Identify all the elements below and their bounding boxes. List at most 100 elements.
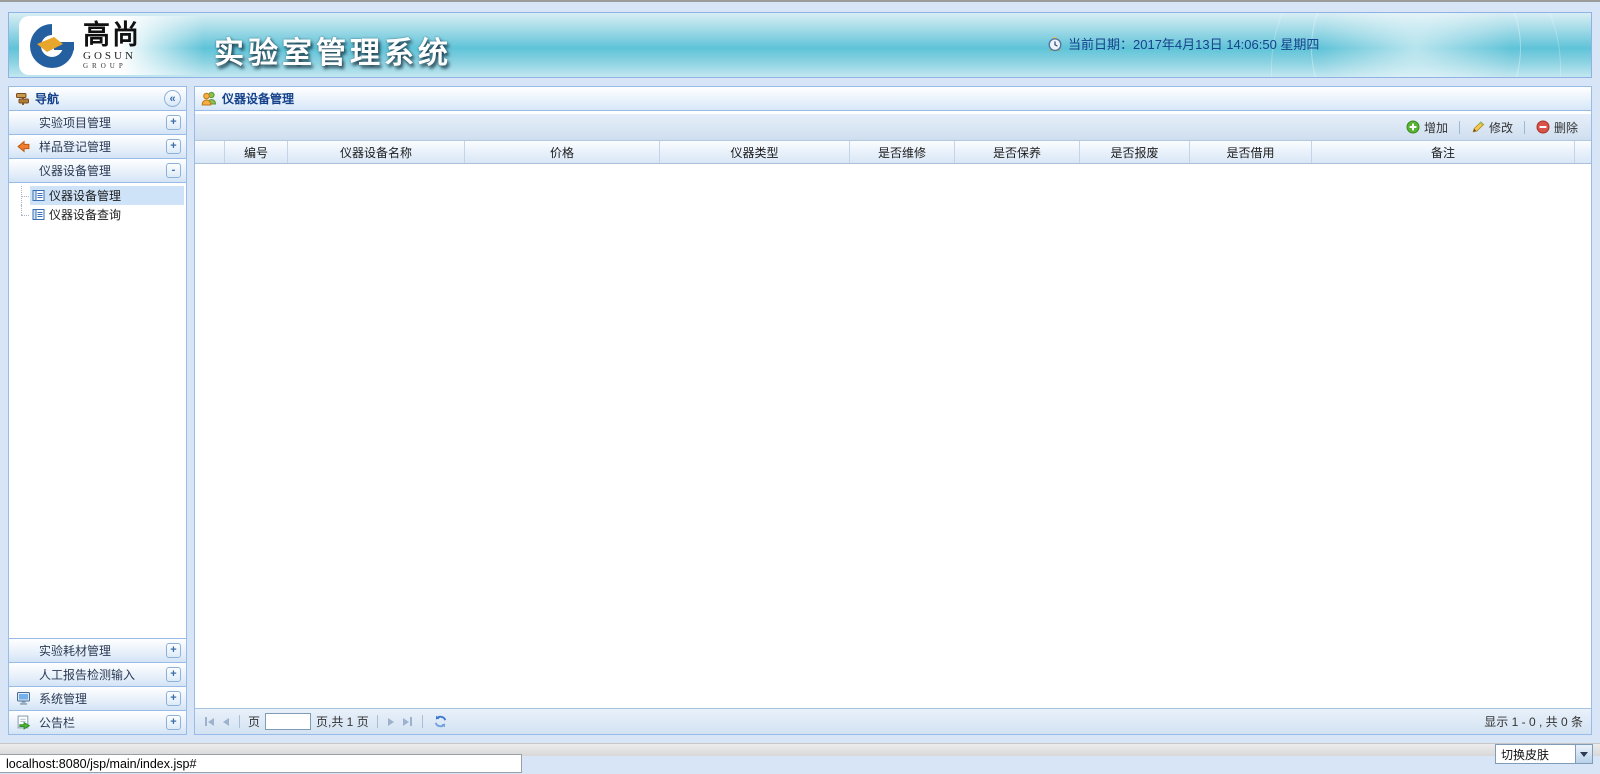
board-arrow-icon: [16, 715, 31, 730]
sidebar-collapse-button[interactable]: «: [164, 90, 181, 107]
group-label: 实验耗材管理: [39, 642, 111, 659]
skin-switch-select[interactable]: 切换皮肤: [1495, 744, 1593, 764]
browser-status-area: localhost:8080/jsp/main/index.jsp# 切换皮肤: [0, 735, 1600, 774]
refresh-button[interactable]: [431, 712, 450, 731]
brand-text: 高尚 GOSUN GROUP: [83, 22, 141, 70]
grid-header-row: 编号 仪器设备名称 价格 仪器类型 是否维修 是否保养 是否报废 是否借用 备注: [195, 141, 1591, 164]
sidebar-group-instrument-device[interactable]: 仪器设备管理 -: [9, 159, 186, 183]
column-header-device-name[interactable]: 仪器设备名称: [288, 141, 465, 163]
current-datetime: 当前日期：2017年4月13日 14:06:50 星期四: [1047, 34, 1319, 53]
column-header-repair[interactable]: 是否维修: [850, 141, 955, 163]
select-arrow-button[interactable]: [1575, 745, 1592, 763]
window-top-edge: [0, 0, 1600, 2]
company-logo: 高尚 GOSUN GROUP: [19, 16, 204, 75]
next-page-icon: [388, 718, 394, 726]
first-page-icon: [205, 717, 207, 726]
first-page-icon: [208, 718, 214, 726]
expand-button[interactable]: +: [166, 715, 181, 730]
group-label: 仪器设备管理: [39, 162, 111, 179]
brand-name-en: GOSUN: [83, 51, 141, 62]
toolbar-separator: [1459, 121, 1460, 134]
panel-header: 仪器设备管理: [195, 87, 1591, 111]
monitor-icon: [16, 691, 31, 706]
tree-elbow: [15, 205, 30, 224]
first-page-button[interactable]: [203, 715, 216, 728]
edit-button-label: 修改: [1489, 119, 1513, 136]
datetime-text: 当前日期：2017年4月13日 14:06:50 星期四: [1068, 34, 1319, 53]
sidebar-group-consumables[interactable]: 实验耗材管理 +: [9, 638, 186, 662]
viewport: 导航 « 实验项目管理 + 样品登记管理 + 仪器设备管理 -: [8, 86, 1592, 735]
app-banner: 高尚 GOSUN GROUP 实验室管理系统 当前日期：2017年4月13日 1…: [8, 12, 1592, 78]
device-management-panel: 仪器设备管理 增加 修改: [194, 86, 1592, 735]
previous-page-button[interactable]: [221, 716, 231, 728]
paging-toolbar: 页 页,共 1 页 显示 1 - 0 , 共 0 条: [195, 708, 1591, 734]
sidebar-group-sample-register[interactable]: 样品登记管理 +: [9, 135, 186, 159]
navigation-sidebar: 导航 « 实验项目管理 + 样品登记管理 + 仪器设备管理 -: [8, 86, 187, 735]
refresh-icon: [433, 714, 448, 729]
page-prefix-label: 页: [248, 713, 260, 730]
expand-button[interactable]: +: [166, 667, 181, 682]
group-label: 公告栏: [39, 714, 75, 731]
sidebar-group-system-management[interactable]: 系统管理 +: [9, 686, 186, 710]
collapse-group-button[interactable]: -: [166, 163, 181, 178]
expand-button[interactable]: +: [166, 691, 181, 706]
add-icon: [1406, 120, 1420, 134]
next-page-button[interactable]: [386, 716, 396, 728]
last-page-icon: [403, 718, 409, 726]
delete-button[interactable]: 删除: [1533, 117, 1581, 138]
user-group-icon: [201, 91, 217, 106]
skin-select-value: 切换皮肤: [1496, 746, 1575, 763]
record-count-status: 显示 1 - 0 , 共 0 条: [1484, 713, 1583, 730]
group-label: 系统管理: [39, 690, 87, 707]
last-page-icon: [410, 717, 412, 726]
gosun-g-icon: [27, 21, 77, 71]
back-arrow-icon: [16, 139, 31, 154]
add-button[interactable]: 增加: [1403, 117, 1451, 138]
tree-item-label: 仪器设备管理: [49, 187, 121, 204]
column-header-maintenance[interactable]: 是否保养: [955, 141, 1080, 163]
previous-page-icon: [223, 718, 229, 726]
expand-button[interactable]: +: [166, 115, 181, 130]
page-number-input[interactable]: [265, 713, 311, 730]
pager-separator: [377, 715, 378, 728]
tree-node[interactable]: 仪器设备查询: [30, 205, 184, 224]
column-header-id[interactable]: 编号: [225, 141, 288, 163]
column-header-scrapped[interactable]: 是否报废: [1080, 141, 1190, 163]
tree-item-device-management[interactable]: 仪器设备管理: [15, 186, 184, 205]
delete-icon: [1536, 120, 1550, 134]
brand-name-cn: 高尚: [83, 22, 141, 49]
status-url-tooltip: localhost:8080/jsp/main/index.jsp#: [0, 754, 522, 773]
grid-toolbar: 增加 修改 删除: [195, 114, 1591, 141]
tree-item-label: 仪器设备查询: [49, 206, 121, 223]
column-header-borrowed[interactable]: 是否借用: [1190, 141, 1312, 163]
edit-button[interactable]: 修改: [1468, 117, 1516, 138]
tree-node[interactable]: 仪器设备管理: [30, 186, 184, 205]
sidebar-title: 导航: [35, 90, 59, 107]
sidebar-group-bulletin-board[interactable]: 公告栏 +: [9, 710, 186, 734]
grid-header-spacer: [1575, 141, 1591, 163]
edit-pencil-icon: [1471, 120, 1485, 134]
sidebar-group-manual-report[interactable]: 人工报告检测输入 +: [9, 662, 186, 686]
signpost-icon: [15, 91, 30, 106]
globe-decoration: [1311, 12, 1521, 78]
grid-body-empty: [195, 164, 1591, 708]
tree-item-device-query[interactable]: 仪器设备查询: [15, 205, 184, 224]
column-header-price[interactable]: 价格: [465, 141, 660, 163]
sidebar-header: 导航 «: [9, 87, 186, 111]
clock-icon: [1047, 36, 1063, 52]
page-suffix-label: 页,共 1 页: [316, 713, 369, 730]
sidebar-group-experiment-project[interactable]: 实验项目管理 +: [9, 111, 186, 135]
add-button-label: 增加: [1424, 119, 1448, 136]
brand-group-en: GROUP: [83, 63, 141, 70]
column-header-remarks[interactable]: 备注: [1312, 141, 1575, 163]
expand-button[interactable]: +: [166, 643, 181, 658]
last-page-button[interactable]: [401, 715, 414, 728]
expand-button[interactable]: +: [166, 139, 181, 154]
row-numberer-header: [195, 141, 225, 163]
app-title: 实验室管理系统: [214, 28, 452, 72]
column-header-device-type[interactable]: 仪器类型: [660, 141, 850, 163]
pager-separator: [239, 715, 240, 728]
delete-button-label: 删除: [1554, 119, 1578, 136]
group-label: 人工报告检测输入: [39, 666, 135, 683]
group-label: 样品登记管理: [39, 138, 111, 155]
